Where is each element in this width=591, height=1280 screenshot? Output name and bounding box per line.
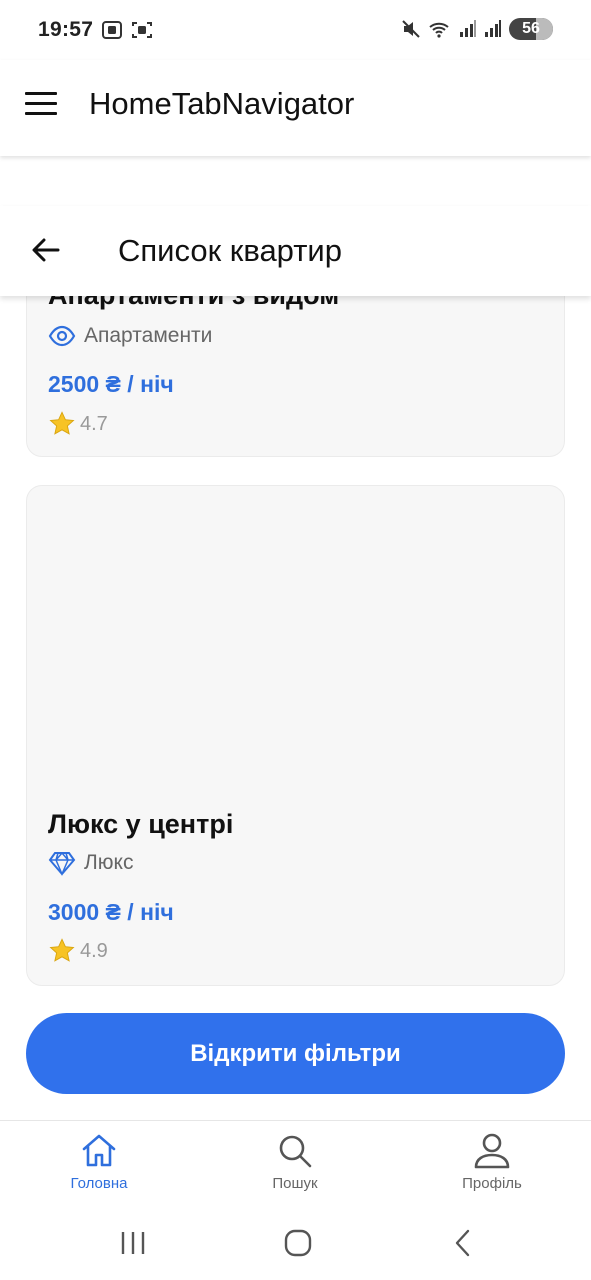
- listing-price: 2500 ₴ / ніч: [48, 371, 174, 397]
- battery-level: 56: [522, 20, 540, 37]
- listing-title: Люкс у центрі: [48, 809, 234, 839]
- arrow-left-icon[interactable]: [28, 232, 64, 268]
- status-left-icons: [101, 20, 153, 40]
- tab-profile[interactable]: Профіль: [432, 1131, 552, 1192]
- recent-apps-icon[interactable]: [113, 1228, 153, 1258]
- status-right-icons: 56: [401, 18, 553, 40]
- hamburger-menu-icon[interactable]: [25, 92, 57, 116]
- listing-rating-value: 4.7: [80, 412, 108, 435]
- listing-type: Апартаменти: [48, 324, 212, 348]
- tab-home-label: Головна: [70, 1175, 128, 1192]
- star-icon: [49, 411, 75, 435]
- tab-profile-label: Профіль: [462, 1175, 522, 1192]
- app-title: HomeTabNavigator: [89, 86, 355, 121]
- screen-title: Список квартир: [118, 233, 342, 268]
- tab-search[interactable]: Пошук: [235, 1131, 355, 1192]
- open-filters-button[interactable]: Відкрити фільтри: [26, 1013, 565, 1094]
- app-header: HomeTabNavigator: [0, 60, 591, 156]
- mute-icon: [402, 20, 420, 38]
- eye-icon: [48, 325, 76, 347]
- signal-icon: [460, 20, 476, 37]
- battery-indicator: 56: [509, 18, 553, 40]
- listing-type-label: Апартаменти: [84, 324, 213, 347]
- profile-icon: [474, 1133, 510, 1169]
- home-nav-icon[interactable]: [278, 1228, 318, 1258]
- android-nav-bar: [0, 1212, 591, 1280]
- screen-record-icon: [132, 22, 152, 38]
- listing-rating: 4.7: [48, 410, 108, 438]
- listing-card[interactable]: Апартаменти з видом Апартаменти 2500 ₴ /…: [26, 296, 565, 457]
- status-time: 19:57: [38, 18, 94, 41]
- star-icon: [49, 938, 75, 962]
- home-icon: [82, 1134, 116, 1167]
- listing-rating: 4.9: [48, 937, 108, 965]
- listing-list[interactable]: Апартаменти з видом Апартаменти 2500 ₴ /…: [0, 296, 591, 1120]
- search-icon: [279, 1135, 312, 1168]
- listing-card[interactable]: Люкс у центрі Люкс 3000 ₴ / ніч 4.9: [26, 485, 565, 986]
- screenshot-icon: [102, 21, 122, 39]
- listing-type: Люкс: [48, 849, 133, 877]
- screen-header: Список квартир: [0, 206, 591, 296]
- status-bar: 19:57 56: [0, 0, 591, 60]
- bottom-tab-bar: Головна Пошук Профіль: [0, 1120, 591, 1212]
- tab-home[interactable]: Головна: [39, 1131, 159, 1192]
- listing-type-label: Люкс: [84, 851, 134, 874]
- diamond-icon: [48, 851, 76, 876]
- back-nav-icon[interactable]: [443, 1228, 483, 1258]
- tab-search-label: Пошук: [272, 1175, 318, 1192]
- listing-price: 3000 ₴ / ніч: [48, 899, 174, 925]
- signal-icon-2: [485, 20, 501, 37]
- listing-title: Апартаменти з видом: [48, 296, 339, 311]
- wifi-icon: [429, 22, 449, 38]
- listing-rating-value: 4.9: [80, 939, 108, 962]
